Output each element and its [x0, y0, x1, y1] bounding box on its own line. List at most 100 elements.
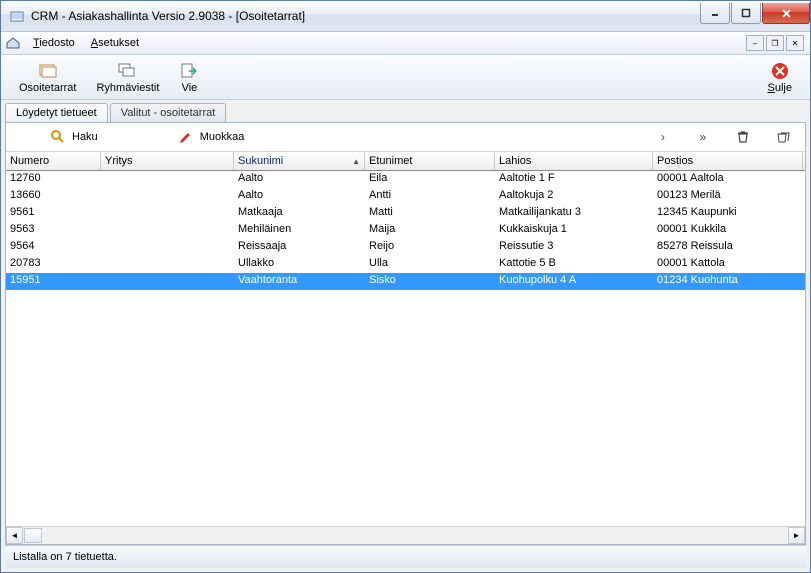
- ryhmaviestit-label: Ryhmäviestit: [96, 82, 159, 94]
- horizontal-scrollbar[interactable]: ◄ ►: [6, 526, 805, 544]
- table-cell: [101, 256, 234, 273]
- ryhmaviestit-button[interactable]: Ryhmäviestit: [86, 59, 169, 96]
- trash-multi-icon: [775, 130, 791, 144]
- vie-label: Vie: [182, 82, 198, 94]
- haku-button[interactable]: Haku: [50, 129, 98, 145]
- home-icon: [5, 35, 21, 51]
- table-cell: Reijo: [365, 239, 495, 256]
- tab-found[interactable]: Löydetyt tietueet: [5, 103, 108, 122]
- table-cell: 9561: [6, 205, 101, 222]
- table-cell: [101, 188, 234, 205]
- labels-icon: [38, 61, 58, 81]
- grid-body[interactable]: 12760AaltoEilaAaltotie 1 F00001 Aaltola1…: [6, 171, 805, 526]
- window-maximize-button[interactable]: [731, 3, 761, 24]
- column-header[interactable]: Numero: [6, 152, 101, 170]
- table-cell: Kuohupolku 4 A: [495, 273, 653, 290]
- osoitetarrat-label: Osoitetarrat: [19, 82, 76, 94]
- table-cell: Kukkaiskuja 1: [495, 222, 653, 239]
- table-cell: Vaahtoranta: [234, 273, 365, 290]
- table-cell: 12760: [6, 171, 101, 188]
- table-cell: Eila: [365, 171, 495, 188]
- table-cell: [101, 273, 234, 290]
- table-cell: 00001 Aaltola: [653, 171, 803, 188]
- muokkaa-label: Muokkaa: [200, 131, 245, 143]
- mdi-close-button[interactable]: ✕: [786, 35, 804, 51]
- app-icon: [9, 8, 25, 24]
- tab-selected[interactable]: Valitut - osoitetarrat: [110, 103, 227, 122]
- table-row[interactable]: 9563 MehiläinenMaijaKukkaiskuja 100001 Ku…: [6, 222, 805, 239]
- table-cell: [101, 222, 234, 239]
- tabstrip: Löydetyt tietueet Valitut - osoitetarrat: [1, 100, 810, 122]
- scroll-left-button[interactable]: ◄: [6, 527, 23, 544]
- sulje-label: Sulje: [768, 82, 792, 94]
- close-red-icon: [770, 61, 790, 81]
- statusbar: Listalla on 7 tietuetta.: [5, 545, 806, 568]
- status-text: Listalla on 7 tietuetta.: [13, 551, 117, 563]
- search-icon: [50, 129, 66, 145]
- table-cell: Reissaaja: [234, 239, 365, 256]
- table-cell: 00123 Merilä: [653, 188, 803, 205]
- table-cell: Mehiläinen: [234, 222, 365, 239]
- vie-button[interactable]: Vie: [169, 59, 209, 96]
- column-header[interactable]: Yritys: [101, 152, 234, 170]
- scroll-right-button[interactable]: ►: [788, 527, 805, 544]
- table-cell: Kattotie 5 B: [495, 256, 653, 273]
- table-cell: Reissutie 3: [495, 239, 653, 256]
- table-row[interactable]: 15951 VaahtorantaSiskoKuohupolku 4 A01234…: [6, 273, 805, 290]
- table-cell: [101, 239, 234, 256]
- delete-all-button[interactable]: [773, 127, 793, 147]
- column-header[interactable]: Lahios: [495, 152, 653, 170]
- main-toolbar: Osoitetarrat Ryhmäviestit Vie Sulje: [1, 55, 810, 100]
- table-cell: 12345 Kaupunki: [653, 205, 803, 222]
- menu-file[interactable]: Tiedosto: [25, 35, 83, 51]
- export-icon: [179, 61, 199, 81]
- mdi-restore-button[interactable]: ❐: [766, 35, 784, 51]
- table-cell: Matkaaja: [234, 205, 365, 222]
- table-cell: Matkailijankatu 3: [495, 205, 653, 222]
- table-cell: Sisko: [365, 273, 495, 290]
- window-title: CRM - Asiakashallinta Versio 2.9038 - [O…: [31, 9, 699, 23]
- muokkaa-button[interactable]: Muokkaa: [178, 129, 245, 145]
- table-cell: Maija: [365, 222, 495, 239]
- table-row[interactable]: 9561MatkaajaMattiMatkailijankatu 312345 …: [6, 205, 805, 222]
- column-header[interactable]: Etunimet: [365, 152, 495, 170]
- table-cell: 01234 Kuohunta: [653, 273, 803, 290]
- table-cell: 9563: [6, 222, 101, 239]
- table-cell: Aaltokuja 2: [495, 188, 653, 205]
- trash-icon: [736, 130, 750, 144]
- menu-settings[interactable]: Asetukset: [83, 35, 147, 51]
- sulje-button[interactable]: Sulje: [758, 59, 802, 96]
- nav-last-button[interactable]: »: [693, 127, 713, 147]
- mdi-minimize-button[interactable]: ‒: [746, 35, 764, 51]
- titlebar: CRM - Asiakashallinta Versio 2.9038 - [O…: [1, 1, 810, 32]
- grid-header: NumeroYritysSukunimi▲EtunimetLahiosPosti…: [6, 152, 805, 171]
- table-cell: 15951: [6, 273, 101, 290]
- table-cell: Ulla: [365, 256, 495, 273]
- nav-next-button[interactable]: ›: [653, 127, 673, 147]
- table-row[interactable]: 12760AaltoEilaAaltotie 1 F00001 Aaltola: [6, 171, 805, 188]
- delete-button[interactable]: [733, 127, 753, 147]
- window-minimize-button[interactable]: [700, 3, 730, 24]
- osoitetarrat-button[interactable]: Osoitetarrat: [9, 59, 86, 96]
- table-cell: 00001 Kukkila: [653, 222, 803, 239]
- table-cell: 9564: [6, 239, 101, 256]
- table-cell: [101, 171, 234, 188]
- menubar: Tiedosto Asetukset ‒ ❐ ✕: [1, 32, 810, 55]
- window-close-button[interactable]: [762, 3, 810, 24]
- table-cell: 13660: [6, 188, 101, 205]
- column-header[interactable]: Sukunimi▲: [234, 152, 365, 170]
- table-row[interactable]: 13660AaltoAnttiAaltokuja 200123 Merilä: [6, 188, 805, 205]
- table-cell: Aalto: [234, 188, 365, 205]
- table-cell: Aaltotie 1 F: [495, 171, 653, 188]
- table-row[interactable]: 9564ReissaajaReijoReissutie 385278 Reiss…: [6, 239, 805, 256]
- table-row[interactable]: 20783 UllakkoUllaKattotie 5 B00001 Kattol…: [6, 256, 805, 273]
- table-cell: Ullakko: [234, 256, 365, 273]
- table-cell: 00001 Kattola: [653, 256, 803, 273]
- table-cell: 20783: [6, 256, 101, 273]
- haku-label: Haku: [72, 131, 98, 143]
- table-cell: [101, 205, 234, 222]
- panel-toolbar: Haku Muokkaa › »: [6, 123, 805, 152]
- edit-icon: [178, 129, 194, 145]
- scroll-thumb[interactable]: [24, 528, 42, 543]
- column-header[interactable]: Postios: [653, 152, 803, 170]
